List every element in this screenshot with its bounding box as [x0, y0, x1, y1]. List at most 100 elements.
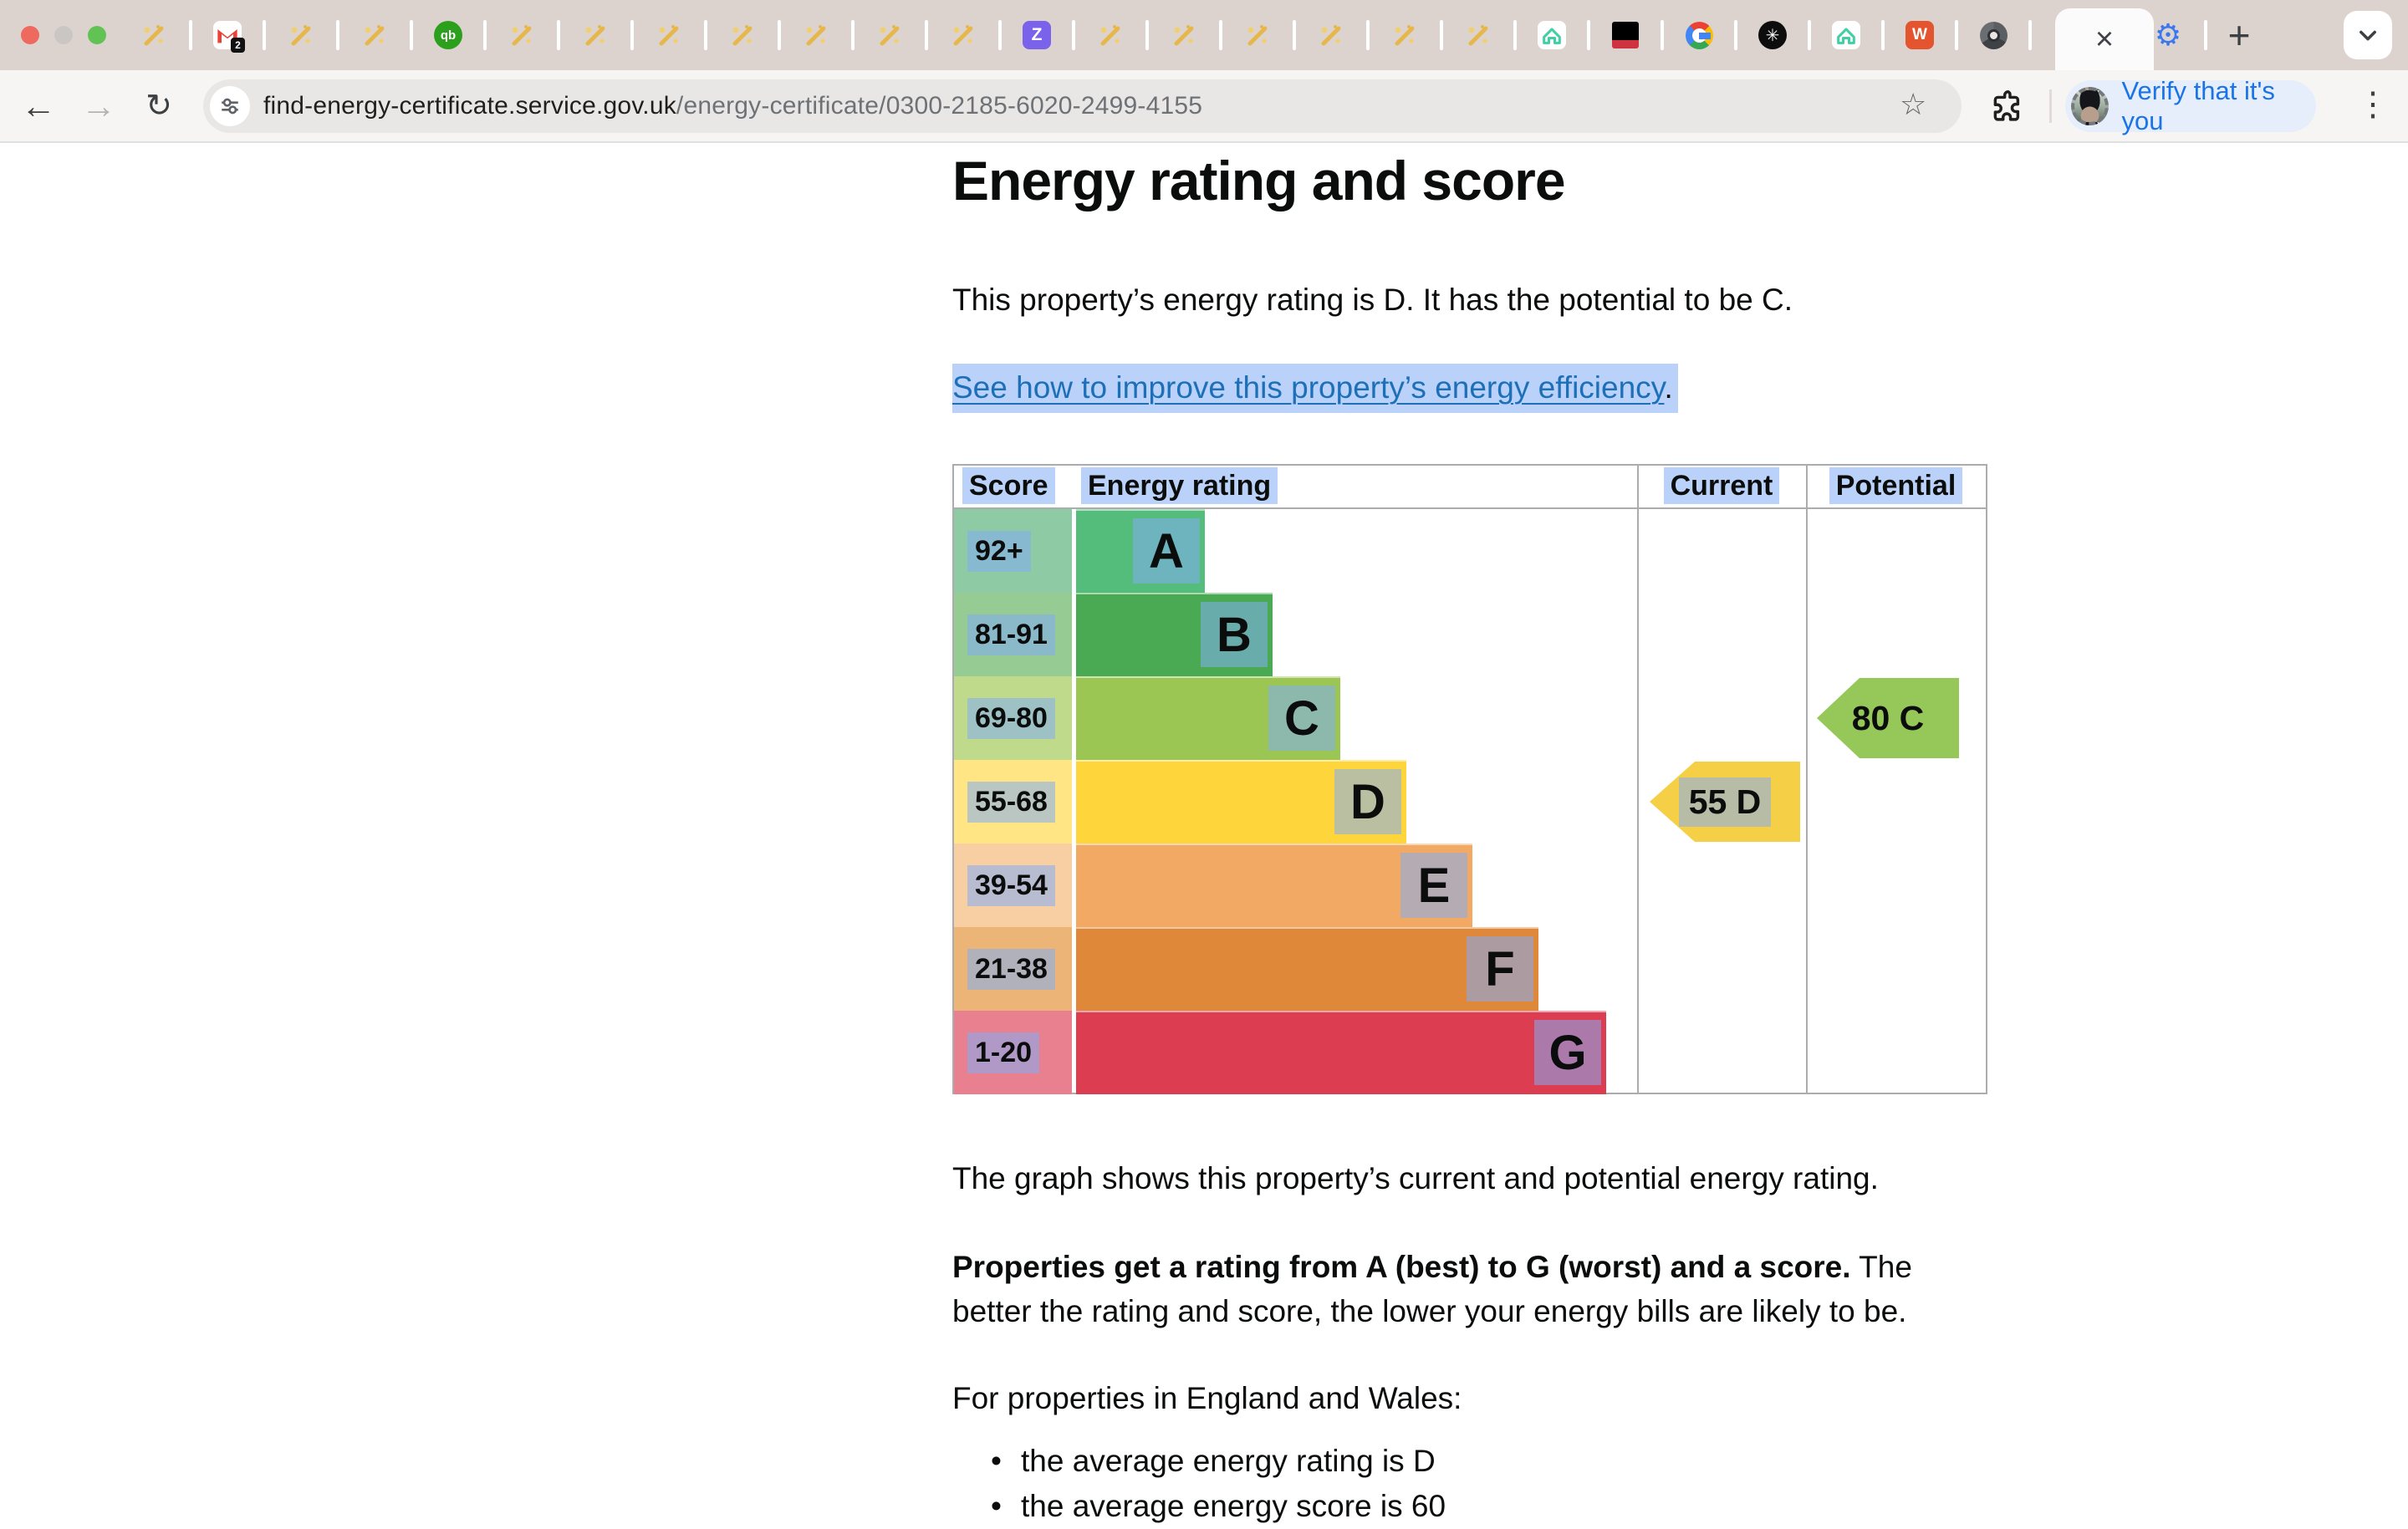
extensions-button[interactable] — [1987, 86, 2025, 129]
pinned-tab[interactable] — [569, 9, 621, 61]
pinned-tab[interactable]: W — [1894, 9, 1946, 61]
potential-rating-arrow: 80 C — [1817, 678, 1959, 758]
pinned-tab[interactable] — [1232, 9, 1283, 61]
header-potential: Potential — [1806, 470, 1986, 502]
band-score-cell: 55-68 — [954, 760, 1072, 843]
band-score-range: 21-38 — [967, 949, 1055, 990]
header-score: Score — [962, 470, 1055, 502]
band-score-range: 92+ — [967, 531, 1031, 572]
pinned-tab[interactable] — [1305, 9, 1357, 61]
unread-badge: 2 — [231, 38, 245, 53]
pinned-tab[interactable] — [128, 9, 180, 61]
sparkle-icon — [581, 21, 610, 49]
current-rating-arrow: 55 D — [1650, 762, 1800, 842]
sparkle-icon — [140, 21, 168, 49]
pinned-tab[interactable] — [1967, 9, 2019, 61]
sparkle-icon — [1390, 21, 1419, 49]
pinned-tab[interactable] — [790, 9, 842, 61]
pinned-tab[interactable] — [1084, 9, 1136, 61]
z-purple-icon: Z — [1023, 21, 1051, 49]
avatar — [2071, 87, 2109, 125]
pinned-tab[interactable] — [1820, 9, 1872, 61]
tab-strip: 2 qb Z ✳ W × ⚙ + — [0, 0, 2408, 70]
pinned-tab[interactable] — [1673, 9, 1725, 61]
intro-paragraph: This property’s energy rating is D. It h… — [952, 278, 1793, 322]
pinned-tab[interactable] — [349, 9, 400, 61]
band-score-range: 55-68 — [967, 782, 1055, 823]
tab-separator — [704, 20, 707, 50]
pinned-tab[interactable] — [1599, 9, 1651, 61]
reload-icon: ↻ — [145, 87, 172, 125]
pinned-tab[interactable]: 2 — [202, 9, 253, 61]
profile-chip[interactable]: Verify that it's you — [2065, 80, 2316, 132]
band-score-cell: 21-38 — [954, 927, 1072, 1011]
tune-icon — [219, 95, 241, 117]
chrome-icon — [1980, 22, 2008, 49]
list-item: the average energy score is 60 — [952, 1484, 1997, 1529]
puzzle-icon — [1987, 86, 2025, 125]
tab-separator — [189, 20, 192, 50]
tab-separator — [1587, 20, 1590, 50]
sparkle-icon — [1317, 21, 1345, 49]
band-letter: E — [1400, 853, 1467, 918]
pinned-tab[interactable] — [1452, 9, 1504, 61]
epc-band-row-f: 21-38 F — [954, 927, 1637, 1011]
pinned-tab[interactable]: ✳ — [1747, 9, 1798, 61]
forward-button[interactable]: → — [72, 70, 125, 141]
pinned-tab[interactable] — [1526, 9, 1578, 61]
tab-separator — [1808, 20, 1811, 50]
tab-search-button[interactable] — [2344, 11, 2392, 59]
sparkle-icon — [1243, 21, 1272, 49]
tab-separator — [483, 20, 487, 50]
band-score-cell: 92+ — [954, 509, 1072, 593]
band-letter: D — [1334, 769, 1401, 834]
url-path: /energy-certificate/0300-2185-6020-2499-… — [676, 92, 1202, 120]
pinned-tab[interactable] — [643, 9, 695, 61]
new-tab-button[interactable]: + — [2214, 0, 2264, 70]
pinned-tab[interactable] — [496, 9, 548, 61]
url-text[interactable]: find-energy-certificate.service.gov.uk/e… — [263, 92, 1202, 120]
bookmark-star-icon[interactable]: ☆ — [1900, 87, 1926, 122]
sparkle-icon — [802, 21, 830, 49]
window-zoom-button[interactable] — [88, 26, 106, 44]
tab-settings[interactable]: ⚙ — [2142, 0, 2194, 70]
tab-separator — [1661, 20, 1664, 50]
url-domain: find-energy-certificate.service.gov.uk — [263, 92, 676, 120]
tab-close-icon[interactable]: × — [2095, 23, 2114, 55]
tab-separator — [557, 20, 560, 50]
active-tab[interactable]: × — [2055, 8, 2154, 70]
band-score-cell: 39-54 — [954, 843, 1072, 927]
address-bar[interactable]: find-energy-certificate.service.gov.uk/e… — [203, 79, 1962, 133]
tab-separator — [998, 20, 1002, 50]
pinned-tab[interactable] — [1158, 9, 1210, 61]
pinned-tab[interactable] — [1379, 9, 1431, 61]
tab-separator — [1513, 20, 1517, 50]
chatgpt-icon: ✳ — [1758, 21, 1787, 49]
window-close-button[interactable] — [21, 26, 39, 44]
pinned-tab[interactable] — [864, 9, 916, 61]
pinned-tab[interactable] — [275, 9, 327, 61]
current-rating-value: 55 D — [1679, 777, 1772, 827]
window-minimize-button[interactable] — [54, 26, 73, 44]
tab-separator — [1072, 20, 1075, 50]
header-current: Current — [1637, 470, 1806, 502]
band-letter: B — [1201, 602, 1268, 667]
epc-chart: Score Energy rating Current Potential 92… — [952, 464, 1987, 1094]
improve-link[interactable]: See how to improve this property’s energ… — [952, 370, 1664, 405]
sparkle-icon — [508, 21, 536, 49]
pinned-tab[interactable] — [937, 9, 989, 61]
tab-separator — [1955, 20, 1958, 50]
home-teal-icon — [1538, 21, 1566, 49]
google-icon — [1686, 22, 1713, 49]
band-score-range: 69-80 — [967, 698, 1055, 739]
pinned-tab[interactable] — [717, 9, 768, 61]
reload-button[interactable]: ↻ — [132, 70, 186, 141]
band-letter: F — [1467, 936, 1533, 1001]
back-button[interactable]: ← — [12, 70, 65, 141]
pinned-tab[interactable]: qb — [422, 9, 474, 61]
selection-highlight: See how to improve this property’s energ… — [952, 364, 1678, 413]
pinned-tab[interactable]: Z — [1011, 9, 1063, 61]
site-info-button[interactable] — [210, 86, 250, 126]
chevron-down-icon — [2356, 23, 2380, 47]
browser-menu-button[interactable]: ⋮ — [2356, 85, 2390, 124]
